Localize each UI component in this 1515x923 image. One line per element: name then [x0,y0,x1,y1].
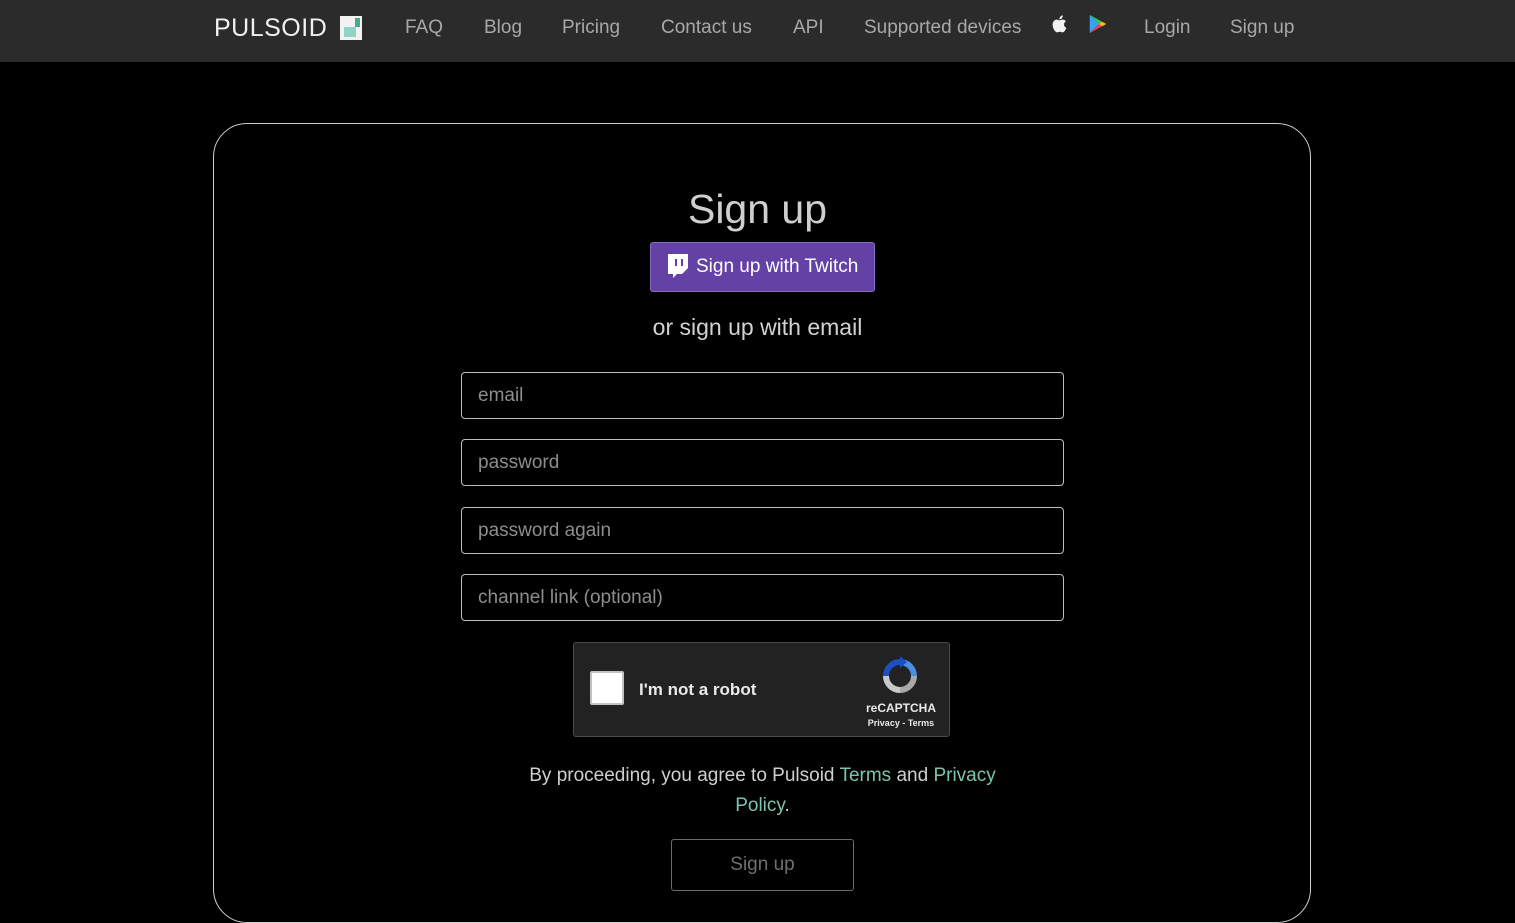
legal-notice: By proceeding, you agree to Pulsoid Term… [520,761,1005,821]
or-email-text: or sign up with email [652,314,863,340]
top-navbar: PULSOID FAQ Blog Pricing Contact us API … [0,0,1515,62]
nav-item-pricing[interactable]: Pricing [562,17,620,39]
password-field[interactable] [461,439,1064,486]
nav-item-supported-devices[interactable]: Supported devices [864,17,1021,39]
recaptcha-brand: reCAPTCHA [865,701,936,715]
recaptcha-terms-link[interactable]: Terms [908,718,934,728]
signup-submit-button[interactable]: Sign up [671,839,854,891]
twitch-signup-button[interactable]: Sign up with Twitch [650,242,875,292]
nav-item-faq[interactable]: FAQ [405,17,443,39]
nav-signup-link[interactable]: Sign up [1230,17,1294,39]
recaptcha-checkbox[interactable] [590,671,624,705]
nav-login-link[interactable]: Login [1144,17,1191,39]
nav-item-api[interactable]: API [793,17,824,39]
nav-item-blog[interactable]: Blog [484,17,522,39]
channel-link-field[interactable] [461,574,1064,621]
recaptcha-separator: - [899,718,908,728]
password-again-field[interactable] [461,507,1064,554]
legal-and: and [891,765,934,786]
nav-item-contact-us[interactable]: Contact us [661,17,752,39]
page-title: Sign up [687,186,828,232]
recaptcha-links: Privacy - Terms [854,718,948,728]
twitch-button-label: Sign up with Twitch [696,256,859,277]
recaptcha-label: I'm not a robot [639,680,757,699]
apple-icon[interactable] [1049,13,1071,35]
legal-suffix: . [784,795,790,816]
email-field[interactable] [461,372,1064,419]
recaptcha-widget: I'm not a robot reCAPTCHA Privacy - Term… [573,642,950,737]
terms-link[interactable]: Terms [839,765,891,786]
recaptcha-privacy-link[interactable]: Privacy [868,718,900,728]
recaptcha-logo-icon [883,656,917,693]
google-play-icon[interactable] [1087,13,1109,35]
pulsoid-logo-icon[interactable] [340,16,362,40]
brand-logo-text[interactable]: PULSOID [214,14,327,43]
legal-prefix: By proceeding, you agree to Pulsoid [529,765,840,786]
twitch-icon [668,254,688,278]
